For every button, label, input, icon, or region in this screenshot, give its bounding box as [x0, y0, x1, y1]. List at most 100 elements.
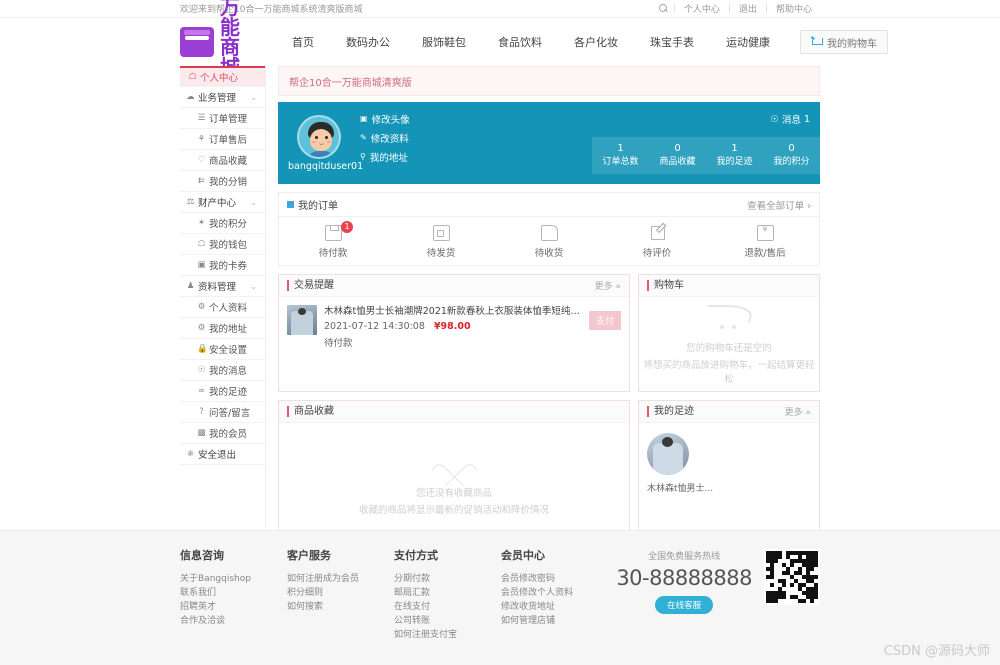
- star-icon: ✶: [197, 218, 206, 228]
- nav-item-apparel[interactable]: 服饰鞋包: [406, 34, 482, 50]
- nav-item-sports-health[interactable]: 运动健康: [710, 34, 786, 50]
- sidebar-item-security-settings[interactable]: 🔒 安全设置: [180, 339, 265, 360]
- footprint-panel-title: 我的足迹: [647, 406, 694, 417]
- pay-button[interactable]: 支付: [588, 311, 621, 330]
- top-link-personal-center[interactable]: 个人中心: [676, 2, 728, 15]
- trade-item[interactable]: 木林森t恤男士长袖潮牌2021新款春秋上衣服装体恤季短纯棉打底衫 2021-07…: [279, 297, 629, 357]
- edit-profile-link[interactable]: ✎ 修改资料: [360, 131, 410, 145]
- footer-link[interactable]: 积分细则: [287, 586, 394, 600]
- top-link-help-center[interactable]: 帮助中心: [768, 2, 820, 15]
- stat-footprint[interactable]: 1 我的足迹: [706, 142, 763, 169]
- section-marker-icon: [287, 201, 294, 208]
- banner-stats: 1 订单总数 0 商品收藏 1 我的足迹 0 我的积分: [592, 137, 820, 174]
- footer-link[interactable]: 如何管理店铺: [501, 614, 608, 628]
- my-address-label: 我的地址: [369, 152, 408, 164]
- sidebar-item-label: 我的消息: [209, 366, 248, 377]
- nav-item-digital-office[interactable]: 数码办公: [330, 34, 406, 50]
- my-cart-button[interactable]: 我的购物车: [800, 30, 888, 54]
- stat-favorites[interactable]: 0 商品收藏: [649, 142, 706, 169]
- order-status-pending-payment[interactable]: 1 待付款: [279, 221, 387, 259]
- sidebar-item-label: 我的地址: [209, 324, 248, 335]
- order-status-pending-receipt[interactable]: 待收货: [495, 225, 603, 259]
- order-status-refund-aftersale[interactable]: 退款/售后: [711, 225, 819, 259]
- watermark: CSDN @源码大师: [883, 644, 990, 659]
- sidebar-item-qa-message[interactable]: ? 问答/留言: [180, 402, 265, 423]
- footer-contact: 全国免费服务热线 30-88888888 在线客服: [616, 547, 820, 665]
- sidebar-item-order-aftersale[interactable]: ⚘ 订单售后: [180, 129, 265, 150]
- sidebar-item-personal-profile[interactable]: ⚙ 个人资料: [180, 297, 265, 318]
- search-icon[interactable]: [658, 3, 669, 14]
- question-icon: ?: [199, 407, 204, 417]
- service-icon: ⚘: [197, 134, 206, 144]
- location-icon: ⚙: [197, 323, 206, 333]
- pending-review-icon: [649, 225, 666, 241]
- sidebar-item-my-messages[interactable]: ☉ 我的消息: [180, 360, 265, 381]
- home-icon: ☖: [188, 72, 197, 82]
- footer-link[interactable]: 会员修改个人资料: [501, 586, 608, 600]
- footer-link[interactable]: 联系我们: [180, 586, 287, 600]
- sidebar-item-safe-logout[interactable]: ⎈ 安全退出: [180, 444, 265, 465]
- footprint-item[interactable]: 木林森t恤男士...: [639, 423, 819, 504]
- trade-reminder-more-link[interactable]: 更多 »: [595, 279, 621, 292]
- sidebar-item-my-footprint[interactable]: ∞ 我的足迹: [180, 381, 265, 402]
- stat-points[interactable]: 0 我的积分: [763, 142, 820, 169]
- footer-link[interactable]: 如何搜索: [287, 600, 394, 614]
- footprint-more-link[interactable]: 更多 »: [785, 405, 811, 418]
- sidebar-item-my-distribution[interactable]: ⇇ 我的分销: [180, 171, 265, 192]
- sidebar-item-label: 商品收藏: [209, 156, 248, 167]
- chevron-down-icon: ⌄: [250, 281, 257, 291]
- message-indicator[interactable]: ☉ 消息 1: [770, 112, 810, 127]
- footer-link[interactable]: 会员修改密码: [501, 572, 608, 586]
- order-price: ¥98.00: [433, 321, 471, 332]
- footprint-thumbnail: [647, 433, 689, 475]
- view-all-orders-link[interactable]: 查看全部订单 ›: [747, 198, 811, 212]
- sidebar-item-my-coupons[interactable]: ▣ 我的卡券: [180, 255, 265, 276]
- footer-link[interactable]: 分期付款: [394, 572, 501, 586]
- nav-item-cosmetics[interactable]: 各户化妆: [558, 34, 634, 50]
- sidebar-item-label: 订单售后: [209, 135, 248, 146]
- nav-item-home[interactable]: 首页: [276, 34, 330, 50]
- change-avatar-link[interactable]: ▣ 修改头像: [360, 112, 410, 126]
- shopping-cart-icon: [811, 37, 823, 47]
- hotline-block: 全国免费服务热线 30-88888888 在线客服: [616, 549, 752, 614]
- site-header: 帮企万能商城 10合一商业运营版万能商城 首页 数码办公 服饰鞋包 食品饮料 各…: [0, 0, 1000, 127]
- sidebar-item-product-favorites[interactable]: ♡ 商品收藏: [180, 150, 265, 171]
- sidebar-item-my-wallet[interactable]: ☖ 我的钱包: [180, 234, 265, 255]
- footer-link[interactable]: 在线支付: [394, 600, 501, 614]
- footer-link[interactable]: 合作及洽谈: [180, 614, 287, 628]
- nav-item-jewelry-watch[interactable]: 珠宝手表: [634, 34, 710, 50]
- chevron-down-icon: ⌄: [250, 197, 257, 207]
- footer-link[interactable]: 邮局汇款: [394, 586, 501, 600]
- footer-link[interactable]: 招聘英才: [180, 600, 287, 614]
- footer-link[interactable]: 修改收货地址: [501, 600, 608, 614]
- sidebar-item-property-center[interactable]: ⚖ 财产中心 ⌄: [180, 192, 265, 213]
- sidebar-item-my-points[interactable]: ✶ 我的积分: [180, 213, 265, 234]
- sidebar-item-order-management[interactable]: ☰ 订单管理: [180, 108, 265, 129]
- order-status-pending-shipment[interactable]: 待发货: [387, 225, 495, 259]
- online-service-button[interactable]: 在线客服: [655, 596, 714, 614]
- trade-reminder-title: 交易提醒: [287, 280, 334, 291]
- sidebar-item-my-membership[interactable]: ▩ 我的会员: [180, 423, 265, 444]
- order-status-pending-review[interactable]: 待评价: [603, 225, 711, 259]
- footer-link[interactable]: 公司转账: [394, 614, 501, 628]
- list-icon: ☰: [197, 113, 206, 123]
- ticket-icon: ▣: [197, 260, 206, 270]
- cart-empty-line1: 您的购物车还是空的: [686, 342, 772, 354]
- chevron-down-icon: ⌄: [250, 92, 257, 102]
- main-nav: 首页 数码办公 服饰鞋包 食品饮料 各户化妆 珠宝手表 运动健康 我的购物车: [276, 30, 888, 54]
- sidebar-item-profile-management[interactable]: ♟ 资料管理 ⌄: [180, 276, 265, 297]
- stat-total-orders[interactable]: 1 订单总数: [592, 142, 649, 169]
- top-link-logout[interactable]: 退出: [731, 2, 765, 15]
- product-name: 木林森t恤男士长袖潮牌2021新款春秋上衣服装体恤季短纯棉打底衫: [324, 306, 582, 317]
- hotline-label: 全国免费服务热线: [648, 552, 721, 562]
- nav-item-food-drink[interactable]: 食品饮料: [482, 34, 558, 50]
- footer-link[interactable]: 如何注册成为会员: [287, 572, 394, 586]
- footer-link[interactable]: 关于Bangqishop: [180, 572, 287, 586]
- favorites-panel-title: 商品收藏: [287, 406, 334, 417]
- sidebar-item-business-management[interactable]: ☁ 业务管理 ⌄: [180, 87, 265, 108]
- footer-link[interactable]: 如何注册支付宝: [394, 628, 501, 642]
- my-address-link[interactable]: ⚲ 我的地址: [360, 150, 410, 164]
- sidebar-item-my-address[interactable]: ⚙ 我的地址: [180, 318, 265, 339]
- avatar[interactable]: [297, 114, 341, 159]
- sidebar-item-personal-center[interactable]: ☖ 个人中心: [180, 66, 265, 87]
